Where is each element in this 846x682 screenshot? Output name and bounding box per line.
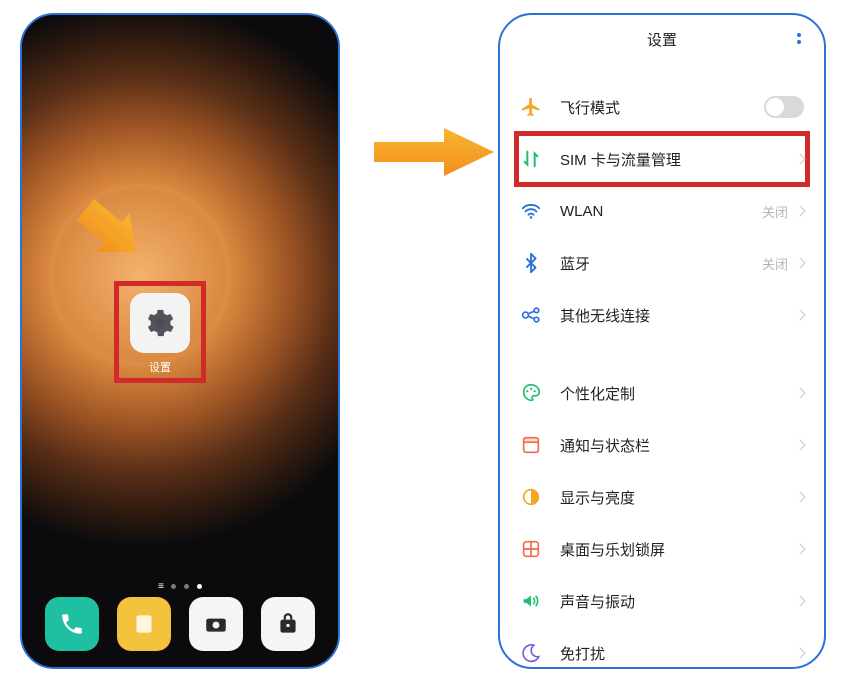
sim-data-icon bbox=[520, 148, 542, 170]
more-icon[interactable] bbox=[790, 29, 808, 47]
grid-icon bbox=[520, 538, 542, 560]
row-label: 飞行模式 bbox=[560, 97, 764, 118]
chevron-right-icon bbox=[794, 309, 805, 320]
notification-bar-icon bbox=[520, 434, 542, 456]
chevron-right-icon bbox=[794, 257, 805, 268]
moon-icon bbox=[520, 642, 542, 664]
app-store[interactable] bbox=[261, 597, 315, 651]
app-notes[interactable] bbox=[117, 597, 171, 651]
chevron-right-icon bbox=[794, 595, 805, 606]
row-airplane-mode[interactable]: 飞行模式 bbox=[500, 81, 824, 133]
chevron-right-icon bbox=[794, 543, 805, 554]
page-indicator: ≡ bbox=[22, 581, 338, 592]
row-label: 个性化定制 bbox=[560, 383, 796, 404]
chevron-right-icon bbox=[794, 387, 805, 398]
row-bluetooth[interactable]: 蓝牙 关闭 bbox=[500, 237, 824, 289]
row-launcher[interactable]: 桌面与乐划锁屏 bbox=[500, 523, 824, 575]
row-value: 关闭 bbox=[762, 202, 788, 221]
row-label: 通知与状态栏 bbox=[560, 435, 796, 456]
row-sound[interactable]: 声音与振动 bbox=[500, 575, 824, 627]
row-label: 桌面与乐划锁屏 bbox=[560, 539, 796, 560]
row-personalization[interactable]: 个性化定制 bbox=[500, 367, 824, 419]
phone-icon bbox=[59, 611, 85, 637]
link-icon bbox=[520, 304, 542, 326]
app-settings[interactable] bbox=[130, 293, 190, 353]
brightness-icon bbox=[520, 486, 542, 508]
row-label: SIM 卡与流量管理 bbox=[560, 149, 796, 170]
chevron-right-icon bbox=[794, 647, 805, 658]
note-icon bbox=[131, 611, 157, 637]
dock bbox=[22, 597, 338, 651]
chevron-right-icon bbox=[794, 491, 805, 502]
settings-header: 设置 bbox=[500, 15, 824, 63]
app-camera[interactable] bbox=[189, 597, 243, 651]
row-wlan[interactable]: WLAN 关闭 bbox=[500, 185, 824, 237]
chevron-right-icon bbox=[794, 205, 805, 216]
arrow-between-phones bbox=[374, 128, 494, 176]
wifi-icon bbox=[520, 200, 542, 222]
row-label: 其他无线连接 bbox=[560, 305, 796, 326]
phone-home-screen: 设置 ≡ bbox=[20, 13, 340, 669]
row-label: 声音与振动 bbox=[560, 591, 796, 612]
app-settings-label: 设置 bbox=[114, 359, 206, 375]
bag-icon bbox=[275, 611, 301, 637]
row-value: 关闭 bbox=[762, 254, 788, 273]
page-title: 设置 bbox=[647, 29, 677, 50]
sound-icon bbox=[520, 590, 542, 612]
phone-settings-screen: 设置 飞行模式 SIM 卡与流量管理 WLAN 关 bbox=[498, 13, 826, 669]
bluetooth-icon bbox=[520, 252, 542, 274]
chevron-right-icon bbox=[794, 439, 805, 450]
row-label: 蓝牙 bbox=[560, 253, 762, 274]
row-dnd[interactable]: 免打扰 bbox=[500, 627, 824, 669]
chevron-right-icon bbox=[794, 153, 805, 164]
airplane-icon bbox=[520, 96, 542, 118]
gear-icon bbox=[145, 308, 175, 338]
row-sim-data[interactable]: SIM 卡与流量管理 bbox=[500, 133, 824, 185]
row-display[interactable]: 显示与亮度 bbox=[500, 471, 824, 523]
airplane-toggle[interactable] bbox=[764, 96, 804, 118]
app-phone[interactable] bbox=[45, 597, 99, 651]
row-other-wireless[interactable]: 其他无线连接 bbox=[500, 289, 824, 341]
settings-list: 飞行模式 SIM 卡与流量管理 WLAN 关闭 蓝牙 bbox=[500, 63, 824, 669]
palette-icon bbox=[520, 382, 542, 404]
camera-icon bbox=[203, 611, 229, 637]
row-notifications[interactable]: 通知与状态栏 bbox=[500, 419, 824, 471]
row-label: 显示与亮度 bbox=[560, 487, 796, 508]
row-label: 免打扰 bbox=[560, 643, 796, 664]
row-label: WLAN bbox=[560, 203, 762, 220]
